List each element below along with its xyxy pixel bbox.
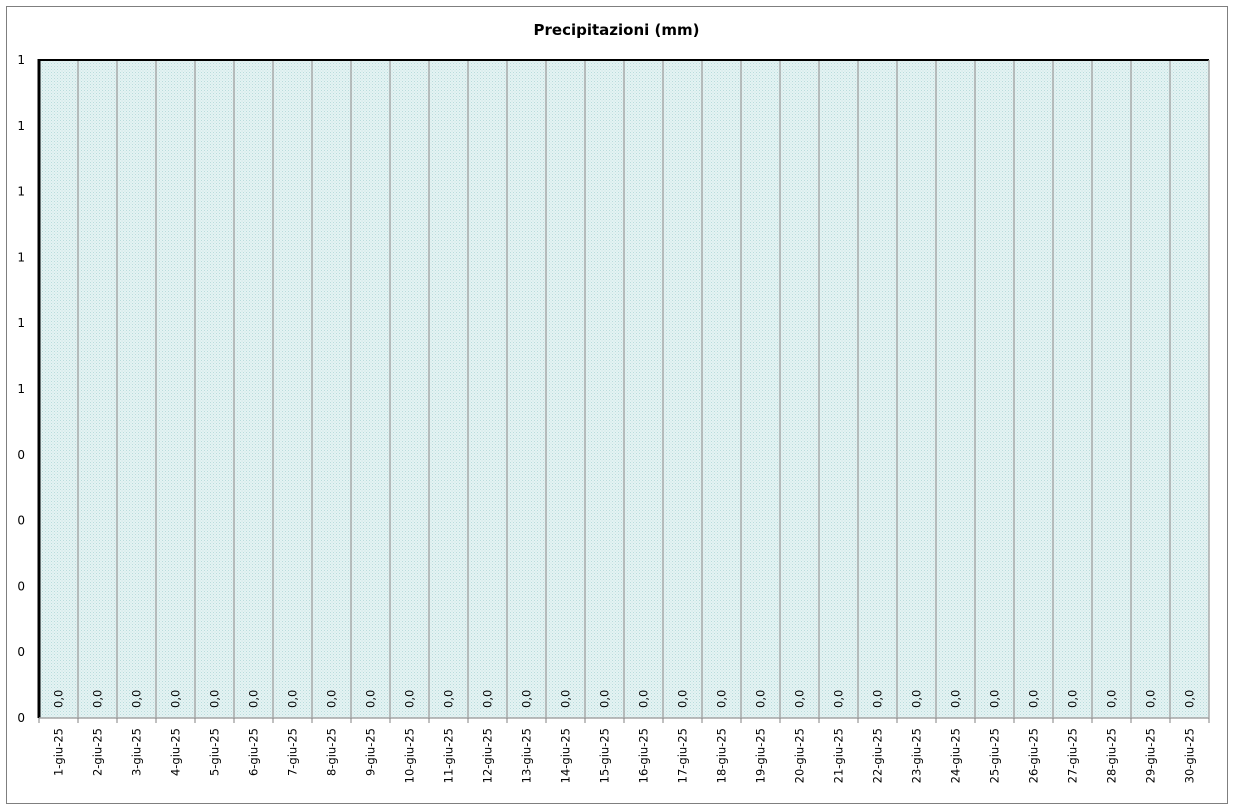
y-tick-label: 0 bbox=[17, 579, 25, 593]
data-label: 0,0 bbox=[910, 690, 924, 708]
y-tick-label: 0 bbox=[17, 514, 25, 528]
x-tick-label: 28-giu-25 bbox=[1105, 728, 1119, 783]
y-tick-label: 0 bbox=[17, 448, 25, 462]
data-label: 0,0 bbox=[130, 690, 144, 708]
x-tick-label: 18-giu-25 bbox=[715, 728, 729, 783]
x-tick-label: 3-giu-25 bbox=[130, 728, 144, 776]
data-label: 0,0 bbox=[247, 690, 261, 708]
x-tick-label: 26-giu-25 bbox=[1027, 728, 1041, 783]
data-label: 0,0 bbox=[286, 690, 300, 708]
y-tick-label: 1 bbox=[17, 250, 25, 264]
x-tick-label: 6-giu-25 bbox=[247, 728, 261, 776]
data-label: 0,0 bbox=[1027, 690, 1041, 708]
y-tick-label: 1 bbox=[17, 316, 25, 330]
data-label: 0,0 bbox=[793, 690, 807, 708]
data-label: 0,0 bbox=[1183, 690, 1197, 708]
data-label: 0,0 bbox=[1066, 690, 1080, 708]
data-label: 0,0 bbox=[364, 690, 378, 708]
y-tick-labels: 0 0 0 0 0 1 1 1 1 1 1 bbox=[17, 53, 25, 725]
data-label: 0,0 bbox=[169, 690, 183, 708]
x-tick-label: 24-giu-25 bbox=[949, 728, 963, 783]
x-tick-labels: 1-giu-25 2-giu-25 3-giu-25 4-giu-25 5-giu-25… bbox=[52, 728, 1197, 783]
y-tick-label: 0 bbox=[17, 711, 25, 725]
x-tick-label: 13-giu-25 bbox=[520, 728, 534, 783]
x-tick-label: 29-giu-25 bbox=[1144, 728, 1158, 783]
x-tick-label: 2-giu-25 bbox=[91, 728, 105, 776]
y-tick-label: 1 bbox=[17, 382, 25, 396]
x-tick-label: 14-giu-25 bbox=[559, 728, 573, 783]
data-label: 0,0 bbox=[481, 690, 495, 708]
x-tick-label: 22-giu-25 bbox=[871, 728, 885, 783]
x-tick-label: 20-giu-25 bbox=[793, 728, 807, 783]
x-tick-label: 23-giu-25 bbox=[910, 728, 924, 783]
data-label: 0,0 bbox=[598, 690, 612, 708]
y-tick-label: 0 bbox=[17, 645, 25, 659]
y-tick-label: 1 bbox=[17, 185, 25, 199]
data-label: 0,0 bbox=[559, 690, 573, 708]
data-label: 0,0 bbox=[832, 690, 846, 708]
data-label: 0,0 bbox=[988, 690, 1002, 708]
x-tick-label: 11-giu-25 bbox=[442, 728, 456, 783]
x-tick-label: 8-giu-25 bbox=[325, 728, 339, 776]
x-tick-label: 16-giu-25 bbox=[637, 728, 651, 783]
y-tick-label: 1 bbox=[17, 53, 25, 67]
data-label: 0,0 bbox=[871, 690, 885, 708]
data-label: 0,0 bbox=[637, 690, 651, 708]
data-label: 0,0 bbox=[1144, 690, 1158, 708]
x-tick-label: 17-giu-25 bbox=[676, 728, 690, 783]
x-tick-label: 15-giu-25 bbox=[598, 728, 612, 783]
data-label: 0,0 bbox=[208, 690, 222, 708]
x-tick-label: 30-giu-25 bbox=[1183, 728, 1197, 783]
data-label: 0,0 bbox=[52, 690, 66, 708]
data-label: 0,0 bbox=[676, 690, 690, 708]
data-label: 0,0 bbox=[754, 690, 768, 708]
x-tick-label: 4-giu-25 bbox=[169, 728, 183, 776]
x-tick-label: 5-giu-25 bbox=[208, 728, 222, 776]
x-tick-label: 21-giu-25 bbox=[832, 728, 846, 783]
data-label: 0,0 bbox=[715, 690, 729, 708]
x-tick-label: 1-giu-25 bbox=[52, 728, 66, 776]
data-label: 0,0 bbox=[949, 690, 963, 708]
x-tick-label: 27-giu-25 bbox=[1066, 728, 1080, 783]
x-tick-label: 25-giu-25 bbox=[988, 728, 1002, 783]
x-tick-label: 19-giu-25 bbox=[754, 728, 768, 783]
data-label: 0,0 bbox=[442, 690, 456, 708]
data-label: 0,0 bbox=[325, 690, 339, 708]
data-label: 0,0 bbox=[520, 690, 534, 708]
x-tick-label: 7-giu-25 bbox=[286, 728, 300, 776]
y-tick-label: 1 bbox=[17, 119, 25, 133]
x-tick-label: 12-giu-25 bbox=[481, 728, 495, 783]
x-tick-label: 10-giu-25 bbox=[403, 728, 417, 783]
x-tick-label: 9-giu-25 bbox=[364, 728, 378, 776]
precipitation-chart: 0 0 0 0 0 1 1 1 1 1 1 1-giu-25 2-giu-25 3-giu-25 4-gi… bbox=[17, 53, 1210, 783]
data-label: 0,0 bbox=[403, 690, 417, 708]
data-label: 0,0 bbox=[91, 690, 105, 708]
data-label: 0,0 bbox=[1105, 690, 1119, 708]
